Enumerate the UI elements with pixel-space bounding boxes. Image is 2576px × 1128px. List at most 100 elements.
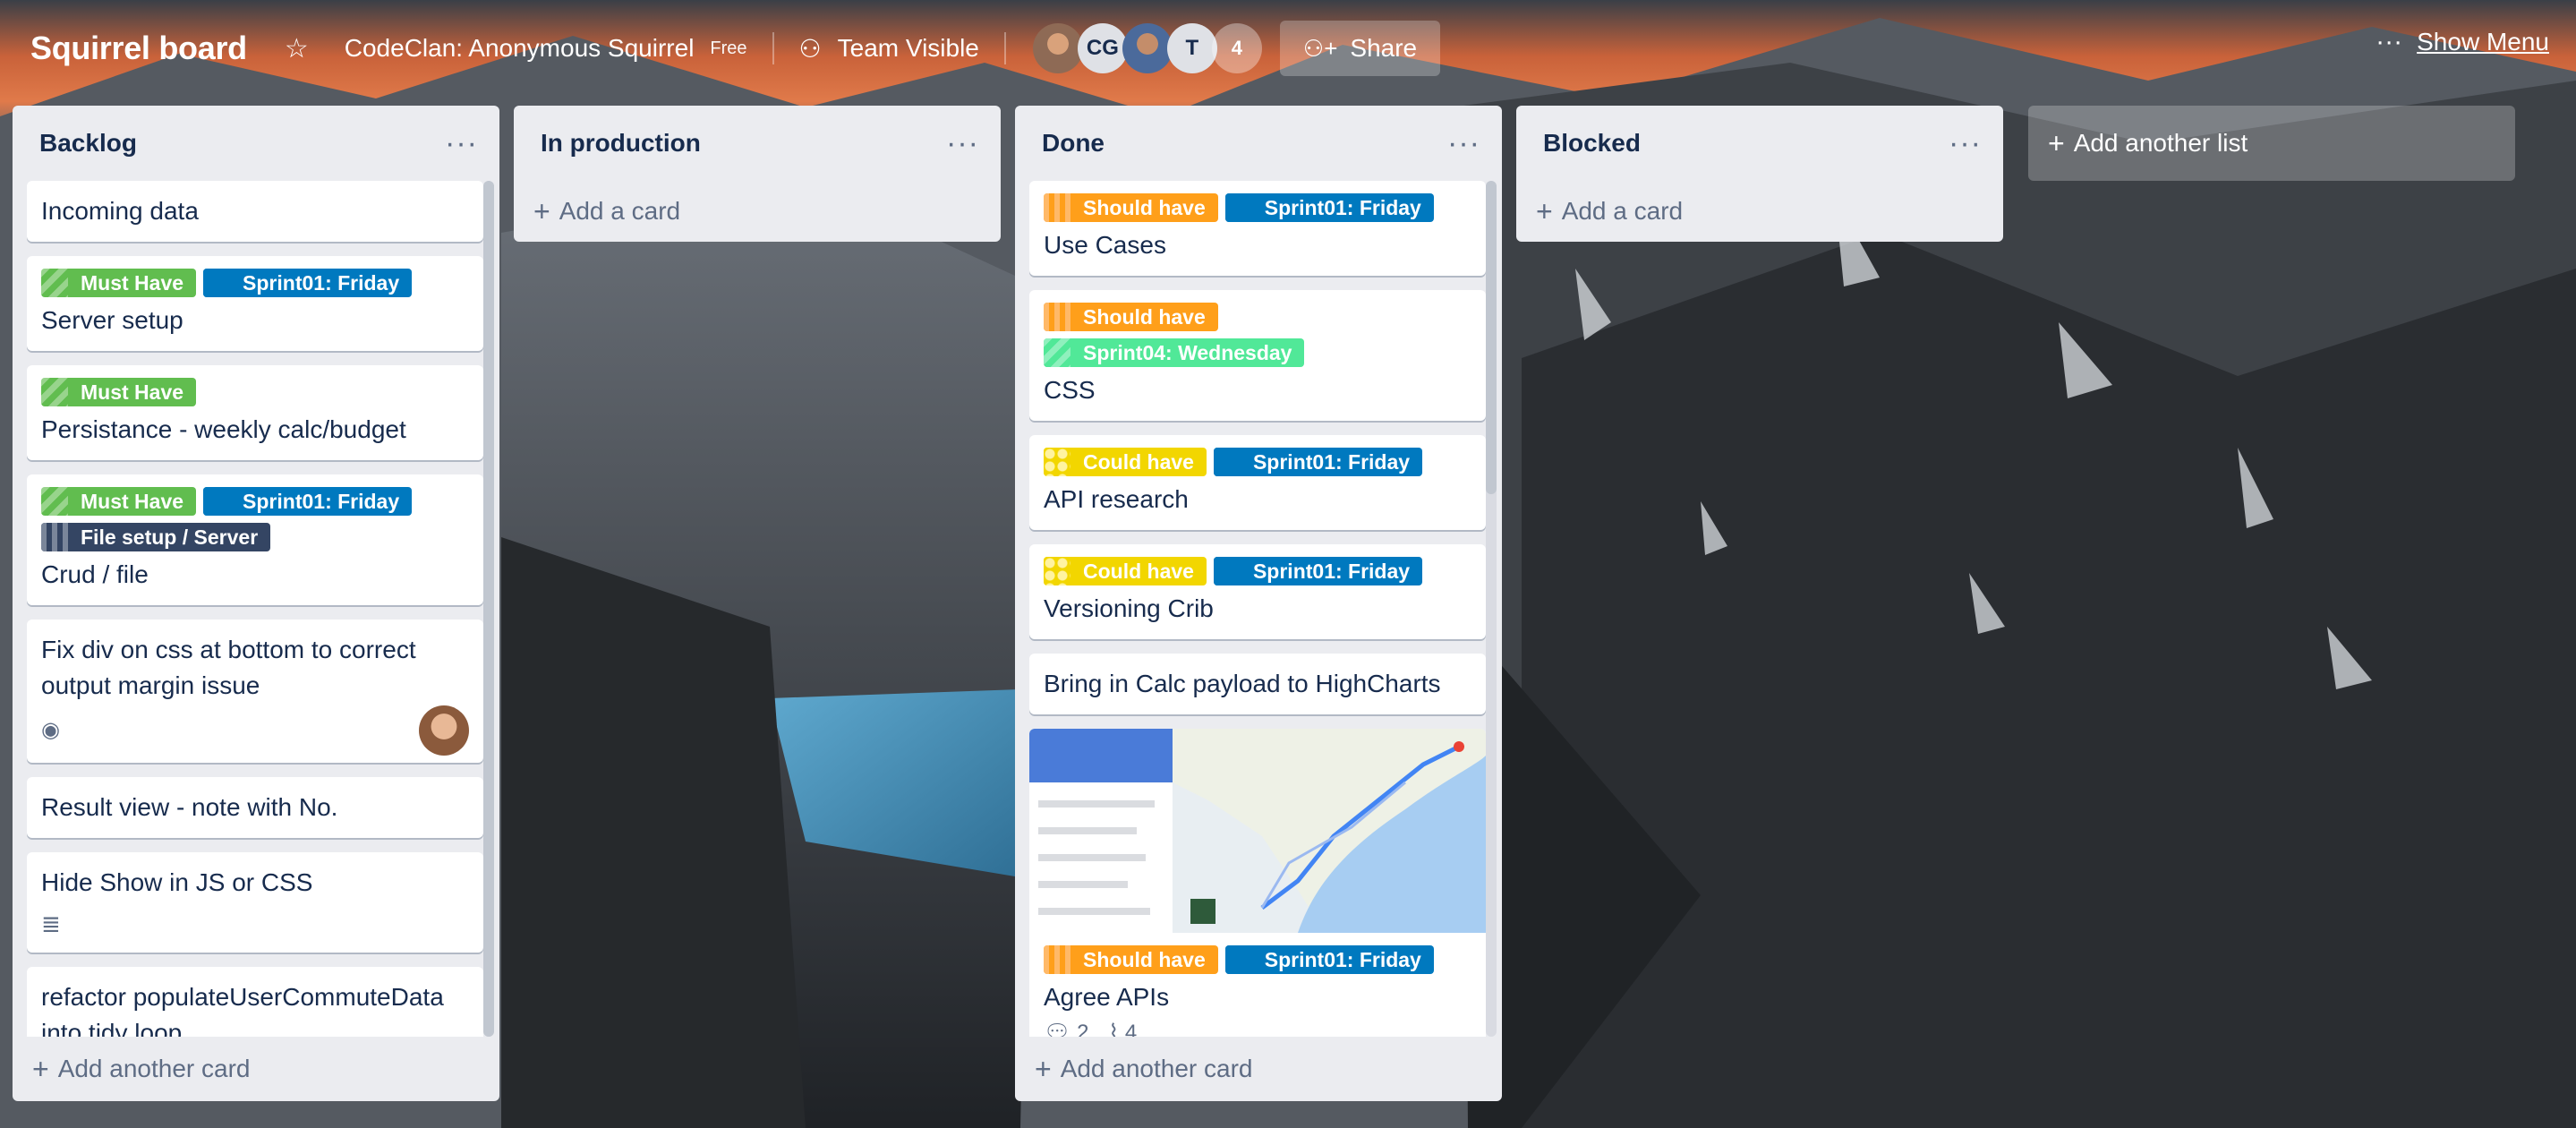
card-title: Persistance - weekly calc/budget: [41, 415, 406, 443]
list-header: Backlog ···: [13, 106, 499, 181]
avatar[interactable]: [1032, 23, 1083, 73]
card[interactable]: Incoming data: [27, 181, 483, 242]
label[interactable]: Sprint04: Wednesday: [1044, 338, 1305, 367]
list-menu-icon[interactable]: ···: [946, 128, 979, 158]
add-list-button[interactable]: + Add another list: [2028, 106, 2515, 181]
add-person-icon: ⚇+: [1302, 34, 1338, 62]
eye-icon: ◉: [41, 718, 60, 742]
card-badges: ≣: [41, 908, 469, 940]
card-title: API research: [1044, 485, 1189, 513]
add-card-label: Add a card: [559, 197, 681, 225]
card[interactable]: Must Have Persistance - weekly calc/budg…: [27, 365, 483, 460]
label[interactable]: Sprint01: Friday: [203, 269, 413, 297]
label[interactable]: Should have: [1044, 303, 1218, 331]
label[interactable]: Could have: [1044, 448, 1207, 476]
card-badges: ◉: [41, 705, 469, 756]
list-menu-icon[interactable]: ···: [445, 128, 478, 158]
card[interactable]: Should have Sprint01: Friday Agree APIs …: [1029, 729, 1486, 1037]
list-menu-icon[interactable]: ···: [1447, 128, 1480, 158]
plan-badge: Free: [710, 38, 747, 58]
board-title[interactable]: Squirrel board: [27, 22, 251, 74]
card[interactable]: Bring in Calc payload to HighCharts: [1029, 654, 1486, 714]
show-menu-button[interactable]: ··· Show Menu: [2376, 27, 2549, 57]
list-title[interactable]: Done: [1042, 129, 1105, 158]
description-icon: ≣: [41, 910, 61, 937]
board-header: Squirrel board ☆ CodeClan: Anonymous Squ…: [0, 0, 2576, 97]
avatar[interactable]: [1122, 23, 1173, 73]
list-title[interactable]: Backlog: [39, 129, 137, 158]
label[interactable]: Must Have: [41, 269, 197, 297]
share-button[interactable]: ⚇+ Share: [1279, 21, 1441, 76]
scrollbar-thumb[interactable]: [1486, 181, 1497, 494]
visibility-button[interactable]: ⚇ Team Visible: [787, 21, 992, 75]
visibility-label: Team Visible: [837, 34, 979, 62]
card-labels: Must Have Sprint01: Friday File setup / …: [41, 487, 469, 551]
label[interactable]: Could have: [1044, 557, 1207, 585]
label[interactable]: Sprint01: Friday: [1224, 193, 1434, 222]
avatar[interactable]: [419, 705, 469, 756]
card-cover-image[interactable]: [1029, 729, 1486, 933]
label[interactable]: Sprint01: Friday: [1213, 448, 1423, 476]
list-menu-icon[interactable]: ···: [1949, 128, 1982, 158]
card[interactable]: Should have Sprint04: Wednesday CSS: [1029, 290, 1486, 421]
star-icon[interactable]: ☆: [272, 21, 321, 75]
card-title: CSS: [1044, 376, 1096, 404]
add-card-button[interactable]: + Add a card: [514, 181, 1001, 242]
card-title: Versioning Crib: [1044, 594, 1214, 622]
card-title: Incoming data: [41, 197, 199, 225]
scrollbar-thumb[interactable]: [483, 181, 494, 1037]
avatar[interactable]: CG: [1077, 23, 1128, 73]
plus-icon: +: [1536, 194, 1553, 227]
plus-icon: +: [1035, 1052, 1052, 1085]
card[interactable]: Fix div on css at bottom to correct outp…: [27, 620, 483, 763]
plus-icon: +: [2048, 126, 2065, 159]
header-divider: [1003, 32, 1006, 64]
card-labels: Must Have: [41, 378, 469, 406]
card-container: Incoming data Must Have Sprint01: Friday…: [13, 181, 499, 1037]
label[interactable]: Sprint01: Friday: [1213, 557, 1423, 585]
label[interactable]: Must Have: [41, 378, 197, 406]
card-title: Bring in Calc payload to HighCharts: [1044, 670, 1441, 697]
add-card-button[interactable]: + Add another card: [13, 1037, 499, 1101]
card-labels: Should have Sprint01: Friday: [1044, 193, 1471, 222]
header-divider: [772, 32, 774, 64]
label[interactable]: File setup / Server: [41, 523, 271, 551]
card-labels: Must Have Sprint01: Friday: [41, 269, 469, 297]
list-header: Blocked ···: [1516, 106, 2003, 181]
attachment-badge: ⌇ 4: [1109, 1015, 1138, 1037]
card-labels: Should have Sprint04: Wednesday: [1044, 303, 1471, 367]
list-blocked: Blocked ··· + Add a card: [1516, 106, 2003, 242]
card-title: Fix div on css at bottom to correct outp…: [41, 636, 416, 699]
comment-icon: 💬︎: [1044, 1021, 1071, 1037]
label[interactable]: Sprint01: Friday: [1224, 945, 1434, 974]
avatar[interactable]: T: [1166, 23, 1217, 73]
comment-count: 2: [1077, 1021, 1089, 1037]
label[interactable]: Must Have: [41, 487, 197, 516]
card-container: Should have Sprint01: Friday Use Cases S…: [1015, 181, 1502, 1037]
card[interactable]: refactor populateUserCommuteData into ti…: [27, 967, 483, 1037]
card-title: Use Cases: [1044, 231, 1166, 259]
add-card-button[interactable]: + Add a card: [1516, 181, 2003, 242]
card[interactable]: Must Have Sprint01: Friday File setup / …: [27, 474, 483, 605]
list-header: Done ···: [1015, 106, 1502, 181]
show-menu-label: Show Menu: [2417, 28, 2549, 56]
label[interactable]: Should have: [1044, 945, 1218, 974]
share-label: Share: [1350, 34, 1418, 62]
people-icon: ⚇: [798, 34, 822, 63]
add-card-label: Add another card: [57, 1055, 251, 1082]
card[interactable]: Result view - note with No.: [27, 777, 483, 838]
card-title: Result view - note with No.: [41, 793, 338, 821]
attachment-count: 4: [1124, 1021, 1138, 1037]
list-title[interactable]: Blocked: [1543, 129, 1641, 158]
label[interactable]: Sprint01: Friday: [203, 487, 413, 516]
team-button[interactable]: CodeClan: Anonymous Squirrel Free: [321, 21, 760, 75]
card[interactable]: Could have Sprint01: Friday API research: [1029, 435, 1486, 530]
label[interactable]: Should have: [1044, 193, 1218, 222]
list-title[interactable]: In production: [541, 129, 701, 158]
card[interactable]: Hide Show in JS or CSS ≣: [27, 852, 483, 953]
card[interactable]: Should have Sprint01: Friday Use Cases: [1029, 181, 1486, 276]
add-card-button[interactable]: + Add another card: [1015, 1037, 1502, 1101]
member-overflow-count[interactable]: 4: [1211, 23, 1262, 73]
card[interactable]: Must Have Sprint01: Friday Server setup: [27, 256, 483, 351]
card[interactable]: Could have Sprint01: Friday Versioning C…: [1029, 544, 1486, 639]
